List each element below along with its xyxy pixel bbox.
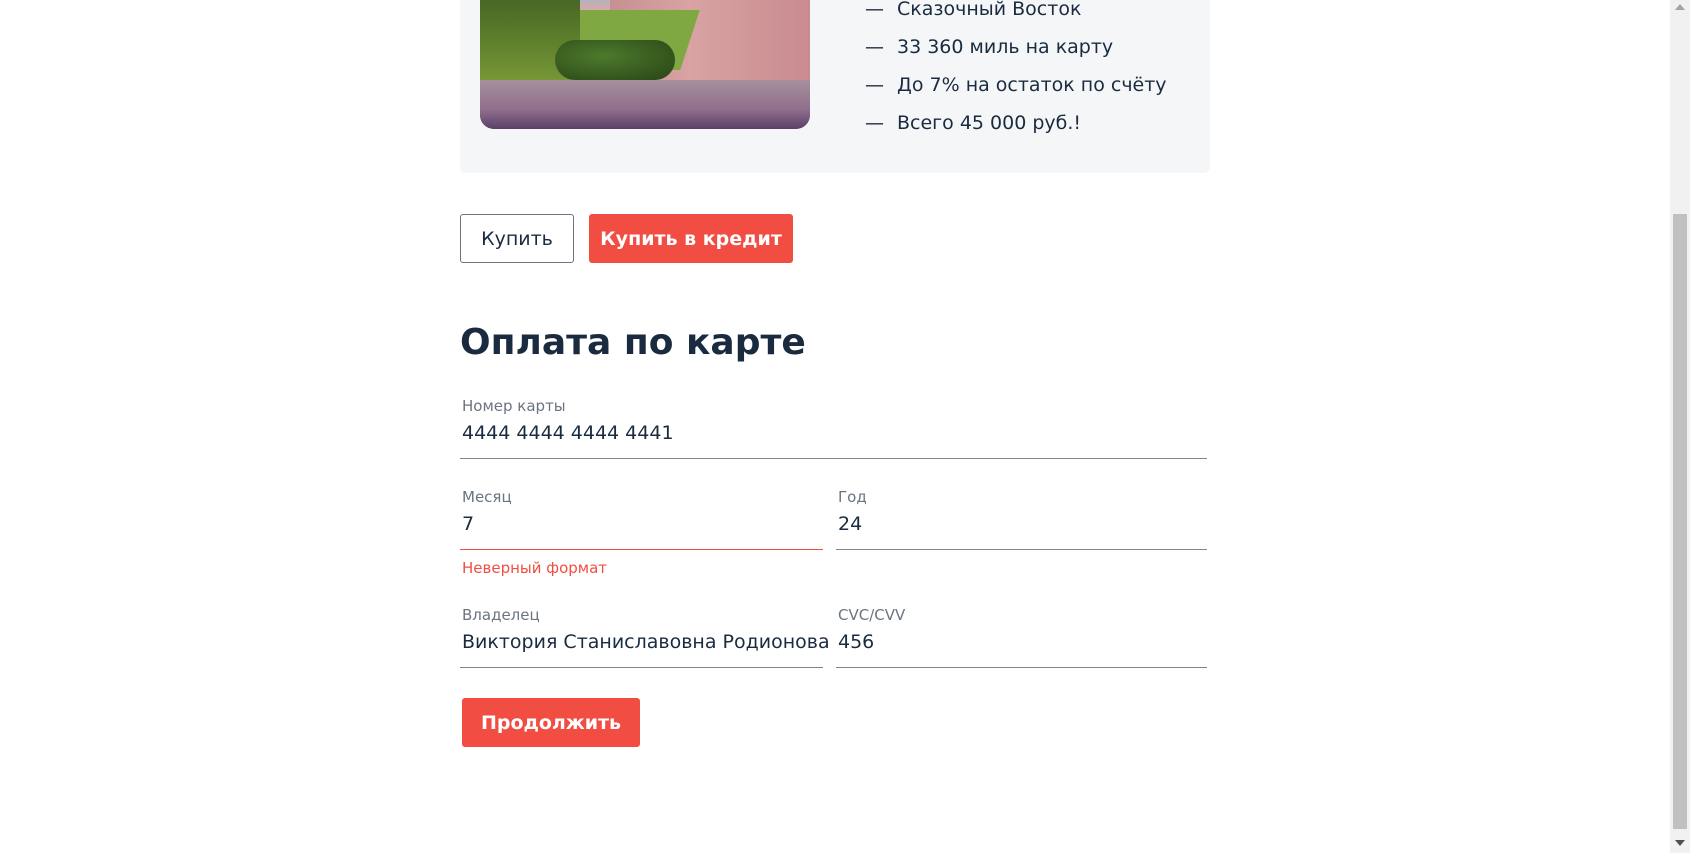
feature-dash: —: [865, 36, 884, 58]
feature-item: — 33 360 миль на карту: [865, 28, 1167, 66]
scrollbar-thumb[interactable]: [1673, 214, 1687, 829]
feature-dash: —: [865, 112, 884, 134]
feature-item: — Сказочный Восток: [865, 0, 1167, 28]
tour-photo: [480, 0, 810, 129]
photo-hedge: [555, 40, 675, 80]
scroll-down-arrow-icon[interactable]: [1675, 840, 1685, 846]
year-input[interactable]: 24: [838, 513, 862, 535]
owner-label: Владелец: [462, 606, 540, 624]
card-number-input[interactable]: 4444 4444 4444 4441: [462, 422, 674, 444]
tour-card: — Сказочный Восток —33 360 миль на карту …: [460, 0, 1210, 173]
feature-list: — Сказочный Восток —33 360 миль на карту …: [865, 0, 1167, 142]
year-label: Год: [838, 488, 867, 506]
year-field[interactable]: Год 24: [836, 488, 1207, 550]
scroll-up-arrow-icon[interactable]: [1675, 4, 1685, 10]
month-input[interactable]: 7: [462, 513, 474, 535]
cvc-input[interactable]: 456: [838, 631, 874, 653]
feature-dash: —: [865, 0, 884, 20]
page: — Сказочный Восток —33 360 миль на карту …: [0, 0, 1690, 853]
feature-item: — Всего 45 000 руб.!: [865, 104, 1167, 142]
cvc-field[interactable]: CVC/CVV 456: [836, 606, 1207, 668]
feature-dash: —: [865, 74, 884, 96]
owner-input[interactable]: Виктория Станиславовна Родионова: [462, 631, 830, 653]
buy-credit-button[interactable]: Купить в кредит: [589, 214, 793, 263]
buy-button[interactable]: Купить: [460, 214, 574, 263]
feature-text: До 7% на остаток по счёту: [897, 74, 1167, 96]
feature-item: — До 7% на остаток по счёту: [865, 66, 1167, 104]
owner-field[interactable]: Владелец Виктория Станиславовна Родионов…: [460, 606, 830, 668]
card-number-label: Номер карты: [462, 397, 566, 415]
payment-title: Оплата по карте: [460, 322, 806, 363]
feature-text: Всего 45 000 руб.!: [897, 112, 1082, 134]
card-number-field[interactable]: Номер карты 4444 4444 4444 4441: [460, 397, 1207, 459]
month-field[interactable]: Месяц 7: [460, 488, 823, 550]
month-error-message: Неверный формат: [462, 559, 608, 577]
cvc-label: CVC/CVV: [838, 606, 906, 624]
continue-button[interactable]: Продолжить: [462, 698, 640, 747]
feature-text: 33 360 миль на карту: [897, 36, 1114, 58]
page-scrollbar[interactable]: [1670, 0, 1690, 853]
month-label: Месяц: [462, 488, 512, 506]
feature-text: Сказочный Восток: [897, 0, 1082, 20]
photo-path: [480, 80, 810, 129]
